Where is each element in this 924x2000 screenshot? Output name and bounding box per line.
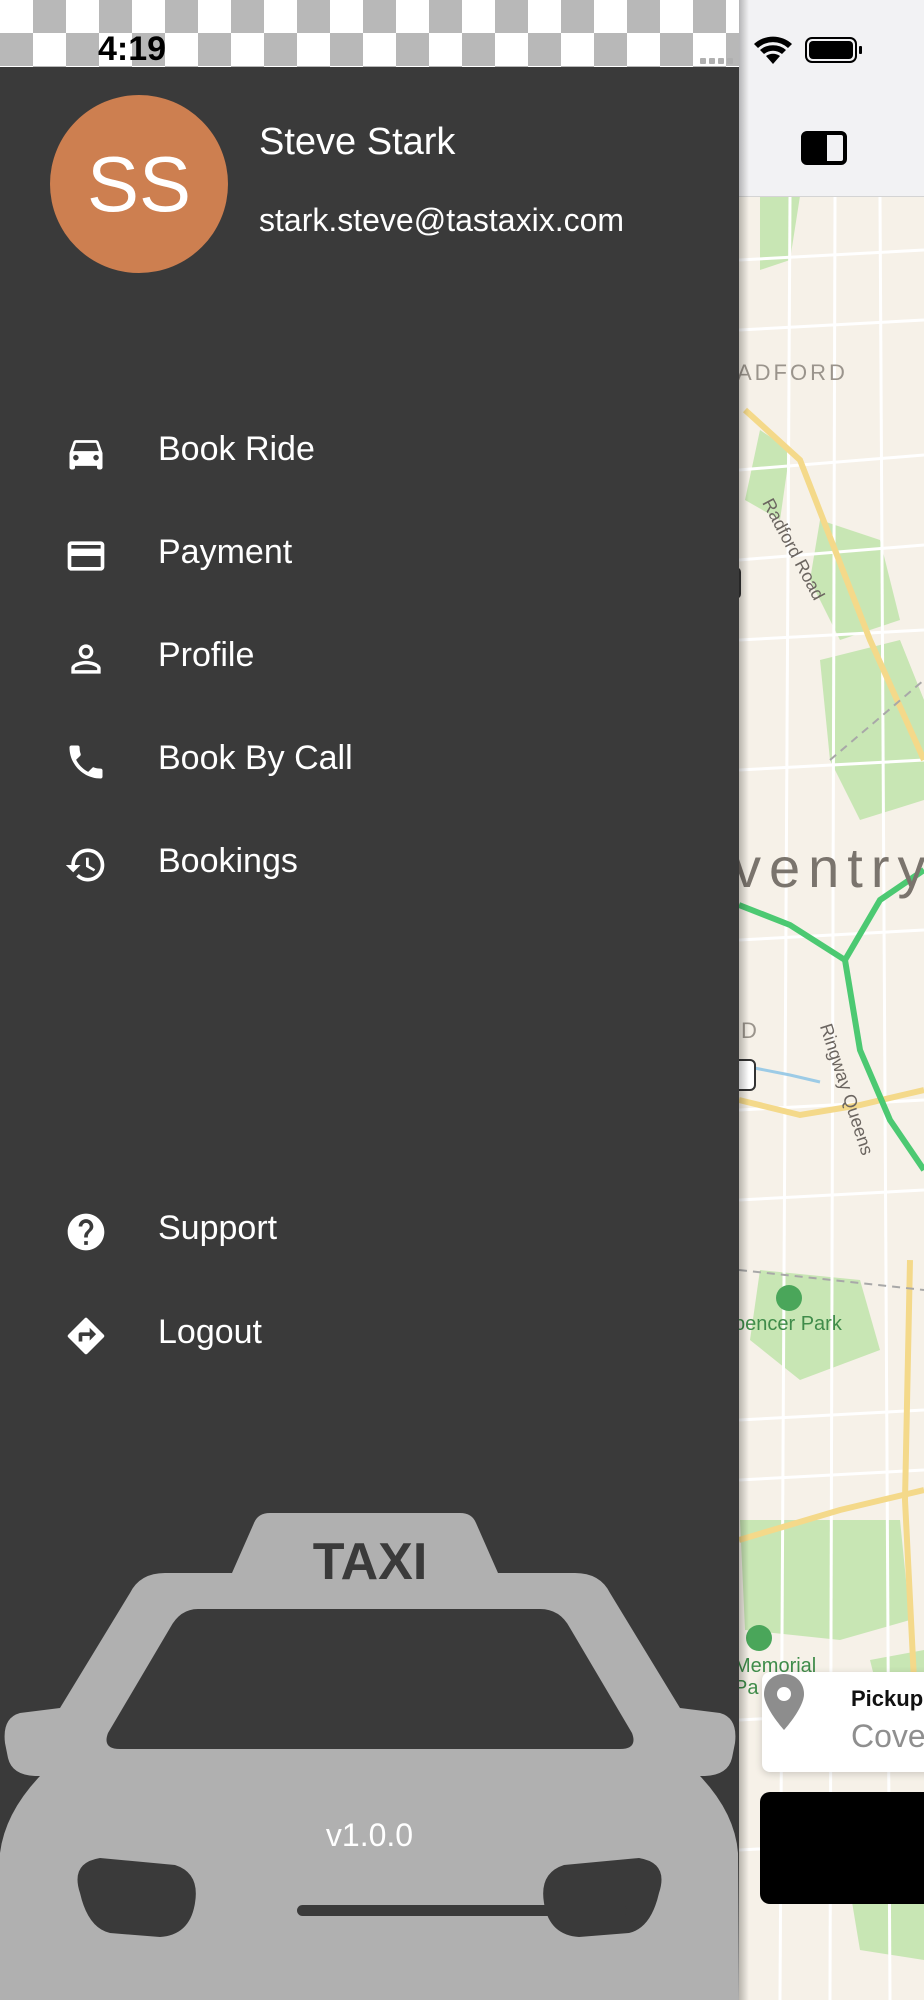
map-label-city: ventry xyxy=(733,836,924,899)
menu-item-profile[interactable]: Profile xyxy=(0,614,739,704)
menu-item-label: Book Ride xyxy=(158,430,315,468)
menu-item-book-ride[interactable]: Book Ride xyxy=(0,408,739,498)
wifi-icon xyxy=(754,36,792,64)
battery-icon xyxy=(805,37,862,63)
drawer-shadow xyxy=(739,0,749,2000)
user-email: stark.steve@tastaxix.com xyxy=(259,202,625,238)
map-header xyxy=(739,0,924,197)
menu-item-label: Bookings xyxy=(158,842,298,880)
pickup-address: Cove xyxy=(851,1718,924,1754)
phone-icon xyxy=(69,745,103,779)
user-name: Steve Stark xyxy=(259,121,456,163)
map-label-district: ADFORD xyxy=(737,360,848,385)
menu-item-label: Book By Call xyxy=(158,739,353,777)
menu-item-payment[interactable]: Payment xyxy=(0,511,739,601)
taxi-sign-text: TAXI xyxy=(313,1533,428,1591)
menu-item-label: Payment xyxy=(158,533,293,571)
confirm-pickup-button[interactable] xyxy=(760,1792,924,1904)
menu-item-bookings[interactable]: Bookings xyxy=(0,820,739,910)
sidebar-icon xyxy=(801,131,847,165)
credit-card-icon xyxy=(67,541,105,571)
taxi-illustration: TAXI xyxy=(0,1513,739,2000)
directions-icon xyxy=(67,1317,105,1355)
help-circle-icon xyxy=(67,1213,105,1251)
person-icon xyxy=(71,644,101,674)
menu-item-support[interactable]: Support xyxy=(0,1187,739,1277)
pickup-title: Pickup xyxy=(851,1686,924,1711)
pickup-location-card[interactable]: Pickup Cove xyxy=(762,1672,924,1772)
menu-item-book-by-call[interactable]: Book By Call xyxy=(0,717,739,807)
status-icons xyxy=(700,36,862,64)
navigation-drawer: SS Steve Stark stark.steve@tastaxix.com … xyxy=(0,67,739,2000)
history-icon xyxy=(65,848,105,882)
menu-item-logout[interactable]: Logout xyxy=(0,1291,739,1381)
menu-item-label: Profile xyxy=(158,636,255,674)
avatar-initials: SS xyxy=(86,139,192,228)
app-screen: ADFORD Radford Road ventry D Ringway Que… xyxy=(0,0,924,2000)
status-time: 4:19 xyxy=(98,30,167,68)
app-version: v1.0.0 xyxy=(325,1817,414,1853)
avatar[interactable]: SS xyxy=(50,95,228,273)
sidebar-toggle-button[interactable] xyxy=(801,131,847,165)
car-icon xyxy=(69,440,103,470)
location-pin-icon xyxy=(764,1674,804,1730)
map-label-park: pencer Park xyxy=(734,1313,842,1335)
cellular-signal-icon xyxy=(700,58,733,64)
menu-item-label: Support xyxy=(158,1209,278,1247)
home-indicator[interactable] xyxy=(297,1905,627,1916)
menu-item-label: Logout xyxy=(158,1313,262,1351)
